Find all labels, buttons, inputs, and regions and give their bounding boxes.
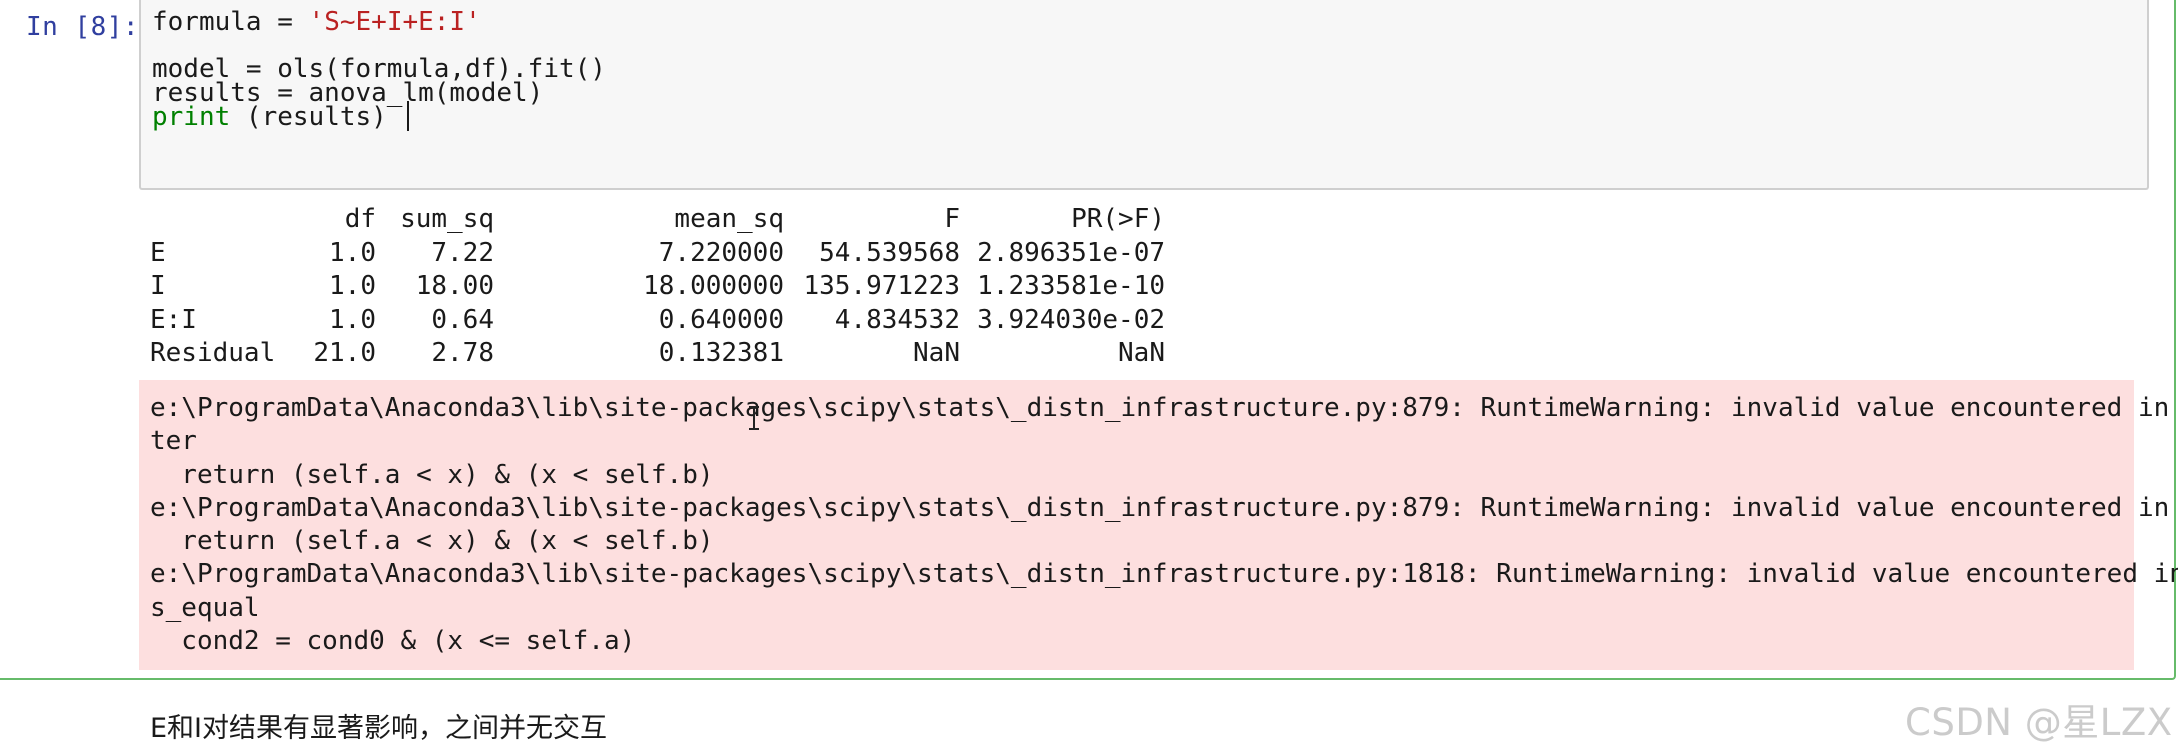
table-cell: 7.22 <box>431 237 494 268</box>
table-cell: 1.0 <box>329 237 376 268</box>
code-editor[interactable]: formula = 'S~E+I+E:I' model = ols(formul… <box>139 0 2149 190</box>
stderr-line: ter <box>150 426 197 457</box>
code-line-1: formula = 'S~E+I+E:I' <box>152 6 481 39</box>
code-text: (results) <box>230 102 387 132</box>
markdown-cell-text[interactable]: E和I对结果有显著影响，之间并无交互 <box>150 706 607 745</box>
code-text: formula = <box>152 7 309 37</box>
header-cell: df <box>344 204 376 234</box>
stderr-line: e:\ProgramData\Anaconda3\lib\site-packag… <box>150 559 2178 590</box>
table-cell: 1.233581e-10 <box>977 271 1165 301</box>
table-cell: 135.971223 <box>803 271 960 301</box>
table-cell: 18.000000 <box>643 271 784 301</box>
row-label: E:I <box>150 304 197 335</box>
table-cell: 1.0 <box>329 271 376 301</box>
table-cell: NaN <box>913 338 960 368</box>
table-cell: 3.924030e-02 <box>977 304 1165 335</box>
table-cell: 0.640000 <box>658 304 784 335</box>
table-row: Residual 21.0 2.78 0.132381 NaN NaN <box>150 337 1165 371</box>
table-cell: 0.64 <box>431 304 494 335</box>
table-cell: 2.896351e-07 <box>977 237 1165 268</box>
table-cell: 0.132381 <box>658 338 784 368</box>
header-cell: PR(>F) <box>1071 204 1165 234</box>
code-string: 'S~E+I+E:I' <box>308 7 481 37</box>
table-row: E 1.0 7.22 7.220000 54.539568 2.896351e-… <box>150 237 1165 271</box>
table-cell: 1.0 <box>329 304 376 335</box>
table-row: E:I 1.0 0.64 0.640000 4.834532 3.924030e… <box>150 304 1165 338</box>
stderr-line: e:\ProgramData\Anaconda3\lib\site-packag… <box>150 393 2178 423</box>
stderr-line: return (self.a < x) & (x < self.b) <box>150 526 714 557</box>
header-cell: F <box>944 204 960 234</box>
header-cell: sum_sq <box>400 204 494 234</box>
code-line-5: print (results) <box>152 101 409 134</box>
stderr-line: e:\ProgramData\Anaconda3\lib\site-packag… <box>150 492 2178 523</box>
row-label: E <box>150 237 166 268</box>
table-cell: 2.78 <box>431 338 494 368</box>
header-cell: mean_sq <box>674 204 784 234</box>
stderr-line: return (self.a < x) & (x < self.b) <box>150 459 714 490</box>
table-cell: 18.00 <box>415 271 494 301</box>
row-label: Residual <box>150 338 276 368</box>
i-beam-cursor-icon <box>749 406 759 430</box>
table-cell: 54.539568 <box>819 237 960 268</box>
input-prompt: In [8]: <box>26 12 140 42</box>
notebook-cell[interactable]: In [8]: formula = 'S~E+I+E:I' model = ol… <box>0 0 2178 680</box>
row-label: I <box>150 271 166 301</box>
stderr-line: s_equal <box>150 592 260 623</box>
output-dataframe-text: df sum_sq mean_sq F PR(>F) E 1.0 7.22 7.… <box>150 203 1165 371</box>
table-cell: 7.220000 <box>658 237 784 268</box>
table-cell: 21.0 <box>313 338 376 368</box>
watermark: CSDN @星LZX <box>1905 701 2173 744</box>
code-builtin: print <box>152 102 231 132</box>
table-header-row: df sum_sq mean_sq F PR(>F) <box>150 203 1165 237</box>
stderr-output: e:\ProgramData\Anaconda3\lib\site-packag… <box>139 380 2178 670</box>
table-cell: NaN <box>1118 338 1165 368</box>
stderr-line: cond2 = cond0 & (x <= self.a) <box>150 626 636 657</box>
table-cell: 4.834532 <box>834 304 960 335</box>
text-caret <box>406 101 409 131</box>
table-row: I 1.0 18.00 18.000000 135.971223 1.23358… <box>150 270 1165 304</box>
